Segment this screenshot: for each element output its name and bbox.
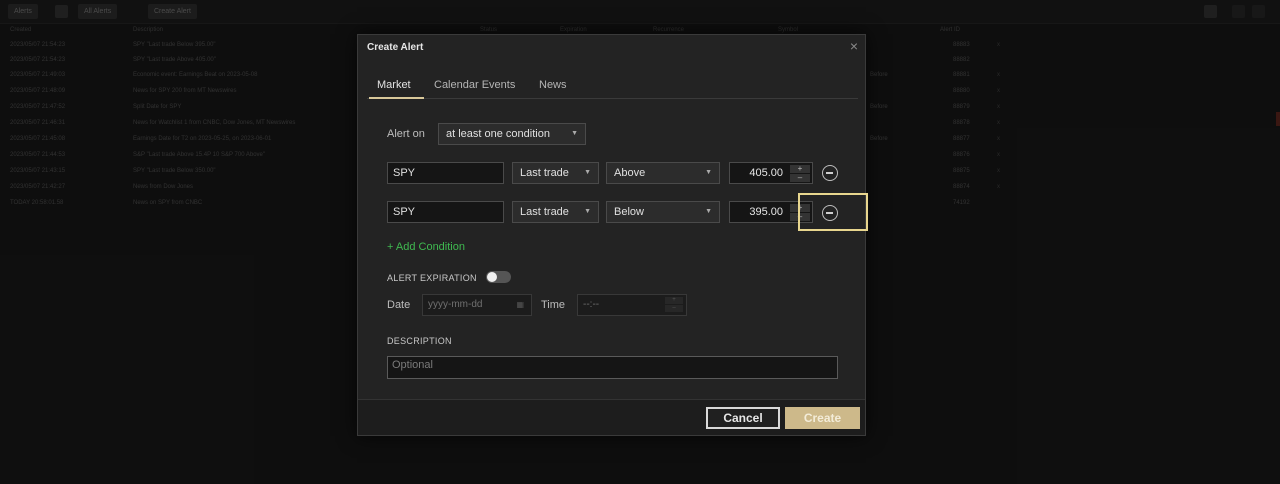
condition-value: 405.00 (749, 167, 783, 179)
expiration-time-input[interactable]: --:-- + – (577, 294, 687, 316)
time-stepper: + – (665, 297, 683, 313)
date-placeholder: yyyy-mm-dd (428, 299, 483, 310)
dialog-footer: Cancel Create (358, 399, 865, 435)
date-label: Date (387, 299, 411, 311)
condition-symbol-input[interactable]: SPY (387, 162, 504, 184)
alert-on-label: Alert on (387, 128, 425, 140)
condition-operator-value: Above (614, 167, 646, 179)
time-label: Time (541, 299, 566, 311)
chevron-down-icon: ▼ (571, 130, 578, 137)
alert-expiration-title: ALERT EXPIRATION (387, 273, 477, 283)
expiration-toggle[interactable] (486, 271, 511, 283)
highlight-box (798, 193, 868, 231)
time-decrement-button[interactable]: – (665, 305, 683, 312)
condition-field-value: Last trade (520, 167, 569, 179)
increment-button[interactable]: + (790, 165, 810, 173)
remove-condition-button[interactable] (822, 165, 838, 181)
description-title: DESCRIPTION (387, 336, 452, 346)
chevron-down-icon: ▼ (705, 208, 712, 215)
calendar-icon[interactable]: ▦ (516, 295, 524, 315)
condition-field-select[interactable]: Last trade ▼ (512, 201, 599, 223)
expiration-date-input[interactable]: yyyy-mm-dd ▦ (422, 294, 532, 316)
dialog-title: Create Alert (367, 42, 424, 53)
alert-type-tabs: Market Calendar Events News (367, 73, 858, 99)
active-tab-indicator (369, 97, 424, 99)
add-condition-link[interactable]: + Add Condition (387, 241, 465, 253)
description-input[interactable]: Optional (387, 356, 838, 379)
chevron-down-icon: ▼ (705, 169, 712, 176)
chevron-down-icon: ▼ (584, 208, 591, 215)
stepper-controls: + – (790, 165, 810, 182)
condition-field-select[interactable]: Last trade ▼ (512, 162, 599, 184)
close-icon[interactable]: × (847, 39, 861, 53)
alert-on-value: at least one condition (446, 128, 550, 140)
tab-market[interactable]: Market (377, 79, 411, 91)
create-alert-dialog: Create Alert × Market Calendar Events Ne… (357, 34, 868, 436)
condition-operator-select[interactable]: Above ▼ (606, 162, 720, 184)
condition-field-value: Last trade (520, 206, 569, 218)
condition-operator-value: Below (614, 206, 644, 218)
tab-calendar-events[interactable]: Calendar Events (434, 79, 515, 91)
condition-symbol-input[interactable]: SPY (387, 201, 504, 223)
condition-operator-select[interactable]: Below ▼ (606, 201, 720, 223)
time-placeholder: --:-- (583, 299, 600, 310)
cancel-button[interactable]: Cancel (706, 407, 780, 429)
tab-news[interactable]: News (539, 79, 567, 91)
condition-value: 395.00 (749, 206, 783, 218)
decrement-button[interactable]: – (790, 174, 810, 182)
chevron-down-icon: ▼ (584, 169, 591, 176)
time-increment-button[interactable]: + (665, 297, 683, 304)
alert-on-select[interactable]: at least one condition ▼ (438, 123, 586, 145)
condition-value-stepper[interactable]: 405.00 + – (729, 162, 813, 184)
create-button[interactable]: Create (785, 407, 860, 429)
